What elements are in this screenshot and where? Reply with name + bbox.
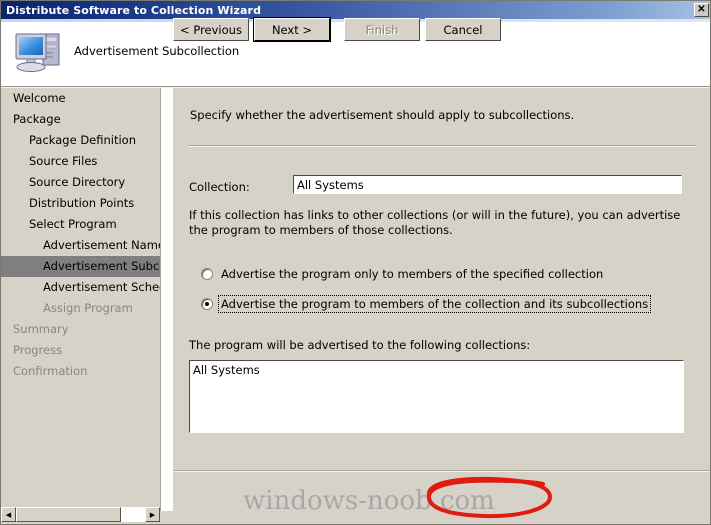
- collections-listbox[interactable]: All Systems: [189, 360, 684, 433]
- sidebar-item-confirmation[interactable]: Confirmation: [1, 361, 160, 382]
- collection-label: Collection:: [189, 180, 250, 194]
- sidebar-item-summary[interactable]: Summary: [1, 319, 160, 340]
- main-panel: Specify whether the advertisement should…: [173, 88, 710, 470]
- scrollbar-track-gap[interactable]: [121, 507, 145, 522]
- wizard-window: Distribute Software to Collection Wizard…: [0, 0, 711, 525]
- sidebar-item-welcome[interactable]: Welcome: [1, 88, 160, 109]
- sidebar-item-select-program[interactable]: Select Program: [1, 214, 160, 235]
- wizard-step-list[interactable]: Welcome Package Package Definition Source F…: [1, 88, 160, 524]
- sidebar-item-package-definition[interactable]: Package Definition: [1, 130, 160, 151]
- radio-indicator-icon: [201, 298, 213, 310]
- window-title: Distribute Software to Collection Wizard: [6, 3, 262, 17]
- page-title: Advertisement Subcollection: [74, 44, 240, 58]
- sidebar-item-source-directory[interactable]: Source Directory: [1, 172, 160, 193]
- sidebar-item-package[interactable]: Package: [1, 109, 160, 130]
- collections-list-caption: The program will be advertised to the fo…: [189, 338, 531, 352]
- radio-option-subcollections[interactable]: Advertise the program to members of the …: [201, 295, 652, 313]
- close-icon[interactable]: ✕: [694, 3, 709, 17]
- sidebar-item-advertisement-name[interactable]: Advertisement Name: [1, 235, 160, 256]
- radio-label-subcollections: Advertise the program to members of the …: [217, 295, 652, 313]
- next-button[interactable]: Next >: [254, 18, 330, 41]
- sidebar-item-advertisement-subcollection[interactable]: Advertisement Subcollection: [1, 256, 160, 277]
- instruction-text: Specify whether the advertisement should…: [190, 108, 575, 122]
- radio-label-specified-collection: Advertise the program only to members of…: [221, 267, 604, 281]
- list-item[interactable]: All Systems: [190, 361, 683, 377]
- sidebar-horizontal-scrollbar[interactable]: ◀ ▶: [1, 507, 160, 522]
- radio-option-specified-collection[interactable]: Advertise the program only to members of…: [201, 266, 605, 282]
- explanation-text: If this collection has links to other co…: [189, 208, 681, 237]
- sidebar-item-assign-program[interactable]: Assign Program: [1, 298, 160, 319]
- sidebar-item-progress[interactable]: Progress: [1, 340, 160, 361]
- collection-input[interactable]: All Systems: [293, 175, 682, 194]
- section-divider: [189, 145, 697, 147]
- scroll-right-icon[interactable]: ▶: [145, 507, 160, 522]
- scroll-left-icon[interactable]: ◀: [1, 507, 16, 522]
- computer-icon: [13, 28, 65, 76]
- radio-indicator-icon: [201, 268, 213, 280]
- previous-button[interactable]: < Previous: [173, 18, 249, 41]
- cancel-button[interactable]: Cancel: [425, 18, 501, 41]
- footer-bar: [173, 472, 710, 524]
- title-bar: Distribute Software to Collection Wizard…: [1, 1, 710, 19]
- sidebar-item-distribution-points[interactable]: Distribution Points: [1, 193, 160, 214]
- sidebar-item-advertisement-schedule[interactable]: Advertisement Schedule: [1, 277, 160, 298]
- scrollbar-thumb[interactable]: [16, 507, 121, 522]
- finish-button: Finish: [344, 18, 420, 41]
- sidebar-vertical-scrollbar[interactable]: [160, 88, 173, 511]
- sidebar-item-source-files[interactable]: Source Files: [1, 151, 160, 172]
